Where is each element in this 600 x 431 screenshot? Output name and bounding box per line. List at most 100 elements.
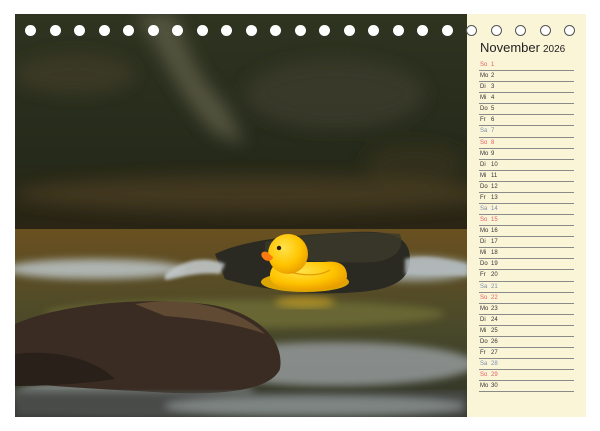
weekday-label: Di — [480, 84, 486, 91]
day-number: 16 — [491, 228, 498, 235]
day-row: Mo 16 — [479, 226, 574, 238]
day-row: Di 3 — [479, 82, 574, 94]
weekday-label: Di — [480, 161, 486, 168]
day-number: 20 — [491, 272, 498, 279]
day-number: 23 — [491, 305, 498, 312]
day-row: Mo 23 — [479, 304, 574, 315]
day-number: 19 — [491, 261, 498, 268]
weekday-label: Fr — [480, 117, 486, 124]
binding-hole — [221, 25, 232, 36]
day-row: Do 19 — [479, 259, 574, 271]
binding-hole — [466, 25, 477, 36]
day-number: 24 — [491, 316, 498, 323]
binding-hole — [25, 25, 36, 36]
weekday-label: Do — [480, 261, 488, 268]
day-row: Di 10 — [479, 160, 574, 171]
weekday-label: Mi — [480, 327, 487, 334]
day-row: Do 12 — [479, 182, 574, 193]
day-row: Di 17 — [479, 237, 574, 249]
binding-hole — [441, 25, 453, 36]
calendar-photo — [15, 14, 467, 417]
day-row: Sa 21 — [479, 282, 574, 293]
binding-hole — [172, 25, 183, 36]
day-number: 7 — [491, 128, 495, 135]
spiral-binding-holes — [0, 0, 600, 40]
binding-hole — [319, 25, 330, 36]
weekday-label: Fr — [480, 194, 486, 201]
year-label: 2026 — [542, 44, 566, 55]
day-row: So 15 — [479, 215, 574, 227]
binding-hole — [147, 25, 159, 36]
day-number: 27 — [491, 350, 498, 357]
day-row: Sa 7 — [479, 126, 574, 138]
month-name: November — [480, 40, 540, 55]
weekday-label: Di — [480, 316, 486, 323]
day-number: 18 — [491, 250, 498, 257]
day-row: So 22 — [479, 293, 574, 304]
weekday-label: Mi — [480, 95, 487, 102]
day-row: Mi 11 — [479, 171, 574, 182]
binding-hole — [417, 25, 428, 36]
day-list: So 1 Mo 2 Di 3 Mi 4 Do 5 Fr 6 Sa 7 So 8 Mo 9 Di 10 Mi 11 Do 12 F… — [479, 60, 574, 393]
day-row: Sa 14 — [479, 204, 574, 216]
binding-hole — [245, 25, 257, 36]
day-row: Do 5 — [479, 104, 574, 116]
day-row: Mi 25 — [479, 326, 574, 337]
day-number: 5 — [491, 106, 495, 113]
day-number: 15 — [491, 217, 498, 224]
weekday-label: Mo — [480, 305, 489, 312]
day-number: 3 — [491, 84, 495, 91]
day-row: Mi 18 — [479, 248, 574, 260]
day-number: 26 — [491, 338, 498, 345]
day-number: 1 — [491, 62, 495, 68]
weekday-label: So — [480, 217, 488, 224]
day-row: Mi 4 — [479, 93, 574, 105]
binding-hole — [368, 25, 379, 36]
weekday-label: Di — [480, 239, 486, 246]
weekday-label: Sa — [480, 361, 488, 368]
day-number: 25 — [491, 327, 498, 334]
binding-hole — [564, 25, 575, 36]
binding-hole — [49, 25, 61, 36]
weekday-label: Mo — [480, 150, 489, 157]
weekday-label: Do — [480, 106, 488, 113]
day-row: Do 26 — [479, 337, 574, 349]
day-row: So 8 — [479, 138, 574, 149]
day-number: 29 — [491, 372, 498, 379]
weekday-label: So — [480, 294, 488, 301]
weekday-label: Sa — [480, 283, 488, 290]
day-number: 8 — [491, 139, 495, 146]
day-row: Sa 28 — [479, 359, 574, 371]
day-number: 2 — [491, 73, 495, 80]
weekday-label: So — [480, 372, 488, 379]
day-number: 17 — [491, 239, 498, 246]
day-number: 21 — [491, 283, 498, 290]
day-row: Fr 6 — [479, 115, 574, 127]
day-number: 12 — [491, 183, 498, 190]
weekday-label: Do — [480, 183, 488, 190]
weekday-label: Sa — [480, 128, 488, 135]
day-row: Mo 30 — [479, 381, 574, 393]
day-number: 4 — [491, 95, 495, 102]
weekday-label: Mo — [480, 383, 489, 390]
weekday-label: Do — [480, 338, 488, 345]
weekday-label: Fr — [480, 350, 486, 357]
weekday-label: Sa — [480, 206, 488, 213]
binding-hole — [539, 25, 551, 36]
day-row: Fr 27 — [479, 348, 574, 360]
binding-hole — [515, 25, 526, 36]
day-row: Fr 20 — [479, 270, 574, 282]
weekday-label: Mo — [480, 73, 489, 80]
day-number: 30 — [491, 383, 498, 390]
day-number: 6 — [491, 117, 495, 124]
day-number: 13 — [491, 194, 498, 201]
day-row: Di 24 — [479, 315, 574, 326]
day-row: Mo 9 — [479, 149, 574, 160]
day-number: 28 — [491, 361, 498, 368]
weekday-label: Fr — [480, 272, 486, 279]
binding-hole — [343, 25, 355, 36]
day-number: 11 — [491, 172, 498, 179]
day-number: 9 — [491, 150, 495, 157]
day-row: Mo 2 — [479, 71, 574, 83]
binding-hole — [294, 25, 306, 36]
